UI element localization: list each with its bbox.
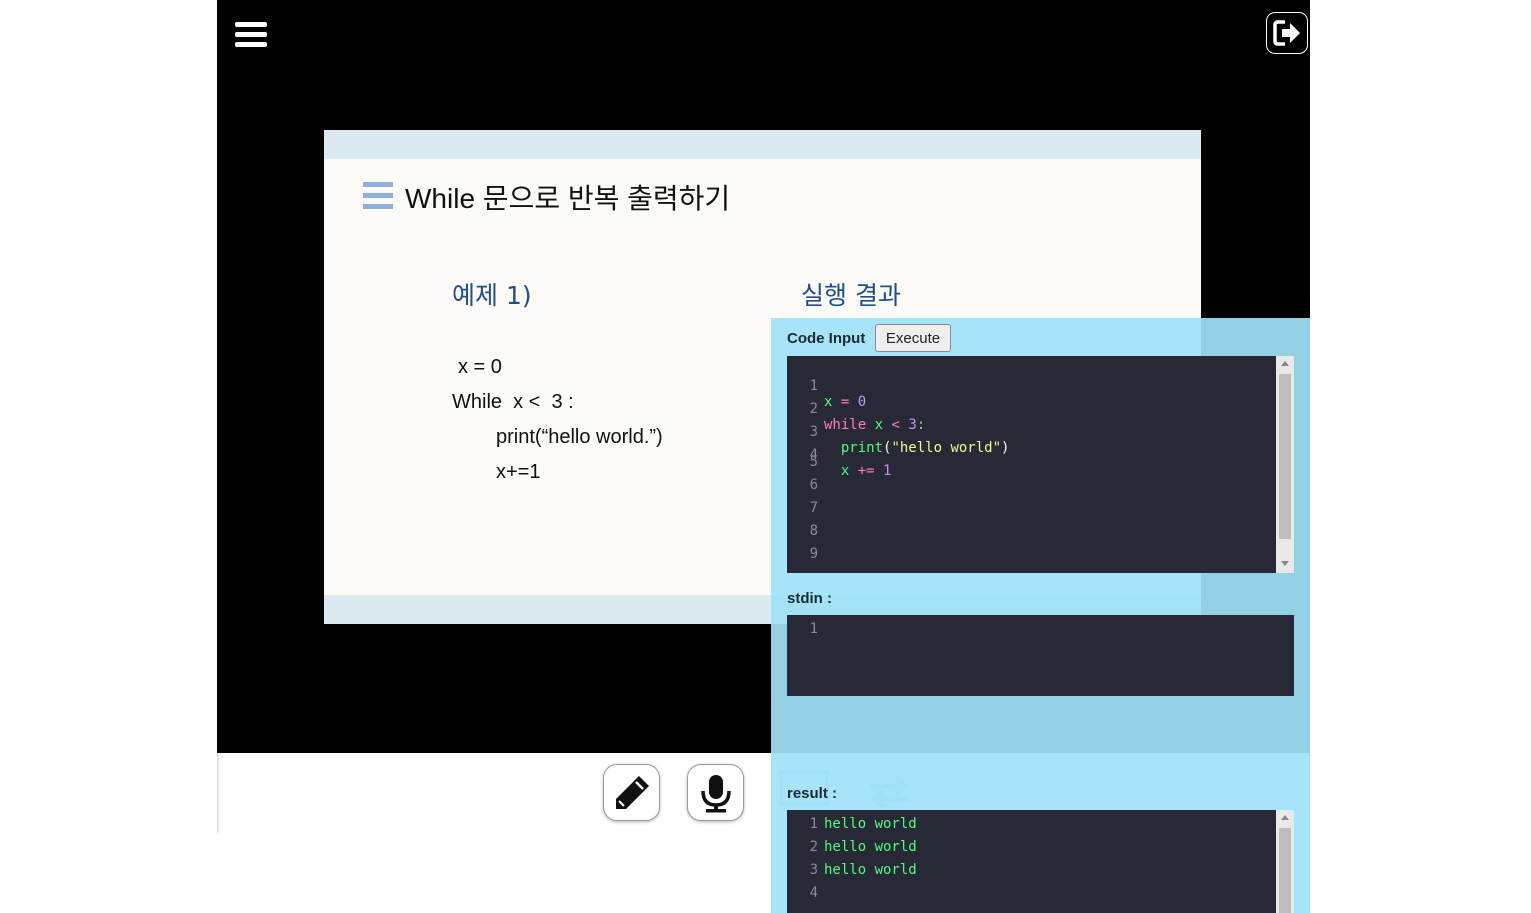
slide-code-line: x+=1 (496, 461, 541, 483)
result-line: 2 hello world (809, 839, 917, 855)
list-icon (363, 182, 393, 209)
scroll-down-icon[interactable] (1281, 561, 1289, 566)
microphone-button[interactable] (687, 764, 744, 821)
slide-code-line: x = 0 (458, 356, 502, 378)
code-editor[interactable]: 1 x = 0 2 while x < 3: 3 print("hello wo… (787, 356, 1294, 573)
pencil-button[interactable] (603, 764, 660, 821)
result-line: 4 (809, 885, 818, 901)
code-input-label: Code Input (787, 330, 866, 347)
slide-top-band (324, 130, 1201, 159)
editor-line: 1 x = 0 (809, 378, 867, 410)
scroll-up-icon[interactable] (1281, 815, 1289, 820)
code-runner-panel: Code Input Execute 1 x = 0 2 while x < 3… (771, 318, 1310, 913)
scroll-thumb[interactable] (1279, 828, 1291, 913)
result-line: 1 hello world (809, 816, 917, 832)
editor-line: 9 (809, 546, 818, 562)
result-label: result : (787, 785, 838, 802)
exit-door-arrow-icon (1273, 20, 1300, 46)
stdin-label: stdin : (787, 590, 832, 607)
result-scrollbar[interactable] (1276, 810, 1294, 913)
editor-line: 6 (809, 477, 818, 493)
result-output: 1 hello world 2 hello world 3 hello world 4 (787, 810, 1294, 913)
editor-line: 1 (809, 621, 818, 637)
editor-scrollbar[interactable] (1276, 356, 1294, 573)
scroll-up-icon[interactable] (1281, 361, 1289, 366)
pencil-icon (616, 776, 649, 809)
scroll-thumb[interactable] (1279, 374, 1291, 539)
microphone-icon (701, 775, 731, 813)
editor-line: 3 print("hello world") (809, 424, 1010, 456)
editor-line: 5 (809, 454, 818, 470)
example-heading: 예제 1) (452, 281, 532, 310)
result-line: 3 hello world (809, 862, 917, 878)
editor-line: 8 (809, 523, 818, 539)
slide-title: While 문으로 반복 출력하기 (405, 183, 731, 214)
hamburger-menu-icon[interactable] (235, 22, 269, 50)
editor-line: 2 while x < 3: (809, 401, 926, 433)
slide-code-line: print(“hello world.”) (496, 426, 663, 448)
stdin-editor[interactable]: 1 (787, 615, 1294, 696)
editor-line: 7 (809, 500, 818, 516)
page-left-edge (217, 753, 220, 833)
result-heading: 실행 결과 (801, 281, 901, 310)
execute-button[interactable]: Execute (875, 324, 951, 352)
editor-line: 4 x += 1 (809, 447, 892, 479)
exit-button[interactable] (1266, 12, 1308, 54)
slide-code-line: While x < 3 : (452, 391, 574, 413)
